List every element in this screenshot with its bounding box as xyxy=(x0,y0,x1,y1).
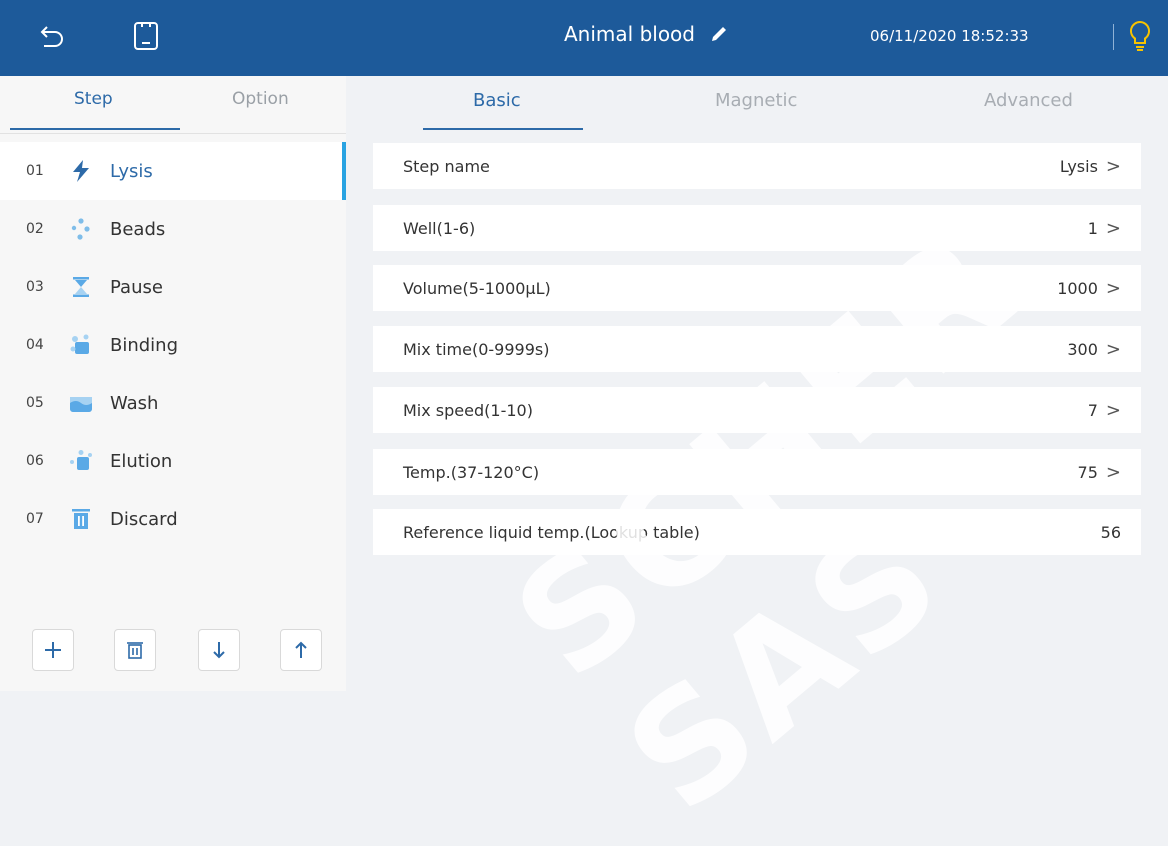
tab-step[interactable]: Step xyxy=(74,89,113,109)
delete-step-button[interactable] xyxy=(114,629,156,671)
step-label: Binding xyxy=(110,334,179,356)
datetime-display: 06/11/2020 18:52:33 xyxy=(870,27,1029,45)
step-item-beads[interactable]: 02 Beads xyxy=(0,200,346,258)
param-value: 300 xyxy=(1067,339,1098,359)
step-label: Discard xyxy=(110,508,178,530)
move-down-icon xyxy=(213,642,225,659)
param-value: 56 xyxy=(1100,522,1121,542)
param-value: 7 xyxy=(1087,400,1098,420)
hourglass-icon xyxy=(66,272,96,302)
param-label: Step name xyxy=(403,156,490,176)
elution-icon xyxy=(66,446,96,476)
param-label: Well(1-6) xyxy=(403,218,476,238)
param-label: Volume(5-1000μL) xyxy=(403,278,551,298)
step-item-discard[interactable]: 07 Discard xyxy=(0,490,346,548)
param-row-well[interactable]: Well(1-6) 1 > xyxy=(373,205,1141,251)
method-title[interactable]: Animal blood xyxy=(564,22,729,46)
add-step-button[interactable] xyxy=(32,629,74,671)
header-divider xyxy=(1113,24,1114,50)
step-item-wash[interactable]: 05 Wash xyxy=(0,374,346,432)
param-label: Mix time(0-9999s) xyxy=(403,339,550,359)
method-title-text: Animal blood xyxy=(564,22,695,46)
step-list: 01 Lysis 02 Beads 03 Pause 04 Binding 05… xyxy=(0,142,346,548)
add-icon xyxy=(45,642,61,658)
step-number: 06 xyxy=(26,453,44,469)
step-number: 04 xyxy=(26,337,44,353)
step-toolbar xyxy=(0,623,346,691)
tab-advanced[interactable]: Advanced xyxy=(984,90,1073,111)
lightning-icon xyxy=(66,156,96,186)
tab-basic-underline xyxy=(423,128,583,130)
param-row-volume[interactable]: Volume(5-1000μL) 1000 > xyxy=(373,265,1141,311)
step-label: Beads xyxy=(110,218,166,240)
tab-magnetic[interactable]: Magnetic xyxy=(715,90,797,111)
move-down-button[interactable] xyxy=(198,629,240,671)
tab-step-underline xyxy=(10,128,180,130)
step-label: Elution xyxy=(110,450,173,472)
param-row-step-name[interactable]: Step name Lysis > xyxy=(373,143,1141,189)
lightbulb-icon xyxy=(1129,20,1151,51)
chevron-right-icon: > xyxy=(1105,338,1121,360)
left-divider xyxy=(0,133,346,134)
back-arrow-icon xyxy=(40,26,63,47)
step-settings-panel: Basic Magnetic Advanced Step name Lysis >… xyxy=(347,76,1168,691)
save-icon xyxy=(134,22,158,50)
tab-option[interactable]: Option xyxy=(232,89,289,109)
trash-icon xyxy=(66,504,96,534)
chevron-right-icon: > xyxy=(1105,277,1121,299)
param-label: Mix speed(1-10) xyxy=(403,400,533,420)
chevron-right-icon: > xyxy=(1105,399,1121,421)
param-row-mix-time[interactable]: Mix time(0-9999s) 300 > xyxy=(373,326,1141,372)
step-number: 01 xyxy=(26,163,44,179)
chevron-right-icon: > xyxy=(1105,217,1121,239)
step-label: Pause xyxy=(110,276,163,298)
param-value: Lysis xyxy=(1059,156,1098,176)
step-label: Lysis xyxy=(110,160,153,182)
step-item-pause[interactable]: 03 Pause xyxy=(0,258,346,316)
back-button[interactable] xyxy=(30,14,74,58)
chevron-right-icon: > xyxy=(1105,155,1121,177)
param-label: Reference liquid temp.(Lookup table) xyxy=(403,522,700,542)
chevron-right-icon: > xyxy=(1105,461,1121,483)
app-header: Animal blood 06/11/2020 18:52:33 xyxy=(0,0,1168,76)
delete-icon xyxy=(127,642,143,659)
pencil-icon[interactable] xyxy=(709,24,729,44)
wash-icon xyxy=(66,388,96,418)
step-number: 07 xyxy=(26,511,44,527)
param-row-reference-temp: Reference liquid temp.(Lookup table) 56 xyxy=(373,509,1141,555)
move-up-icon xyxy=(295,641,307,658)
param-row-mix-speed[interactable]: Mix speed(1-10) 7 > xyxy=(373,387,1141,433)
save-button[interactable] xyxy=(124,14,168,58)
right-tab-bar: Basic Magnetic Advanced xyxy=(347,76,1168,134)
param-value: 1000 xyxy=(1057,278,1098,298)
step-panel: Step Option 01 Lysis 02 Beads 03 Pause 0… xyxy=(0,76,346,691)
left-tab-bar: Step Option xyxy=(0,76,346,134)
param-value: 75 xyxy=(1077,462,1098,482)
light-button[interactable] xyxy=(1118,14,1162,58)
step-number: 02 xyxy=(26,221,44,237)
step-number: 05 xyxy=(26,395,44,411)
step-item-binding[interactable]: 04 Binding xyxy=(0,316,346,374)
step-number: 03 xyxy=(26,279,44,295)
step-item-elution[interactable]: 06 Elution xyxy=(0,432,346,490)
param-value: 1 xyxy=(1087,218,1098,238)
param-row-temp[interactable]: Temp.(37-120°C) 75 > xyxy=(373,449,1141,495)
tab-basic[interactable]: Basic xyxy=(473,90,521,111)
param-label: Temp.(37-120°C) xyxy=(403,462,540,482)
step-label: Wash xyxy=(110,392,159,414)
move-up-button[interactable] xyxy=(280,629,322,671)
binding-icon xyxy=(66,330,96,360)
beads-icon xyxy=(66,214,96,244)
step-item-lysis[interactable]: 01 Lysis xyxy=(0,142,346,200)
